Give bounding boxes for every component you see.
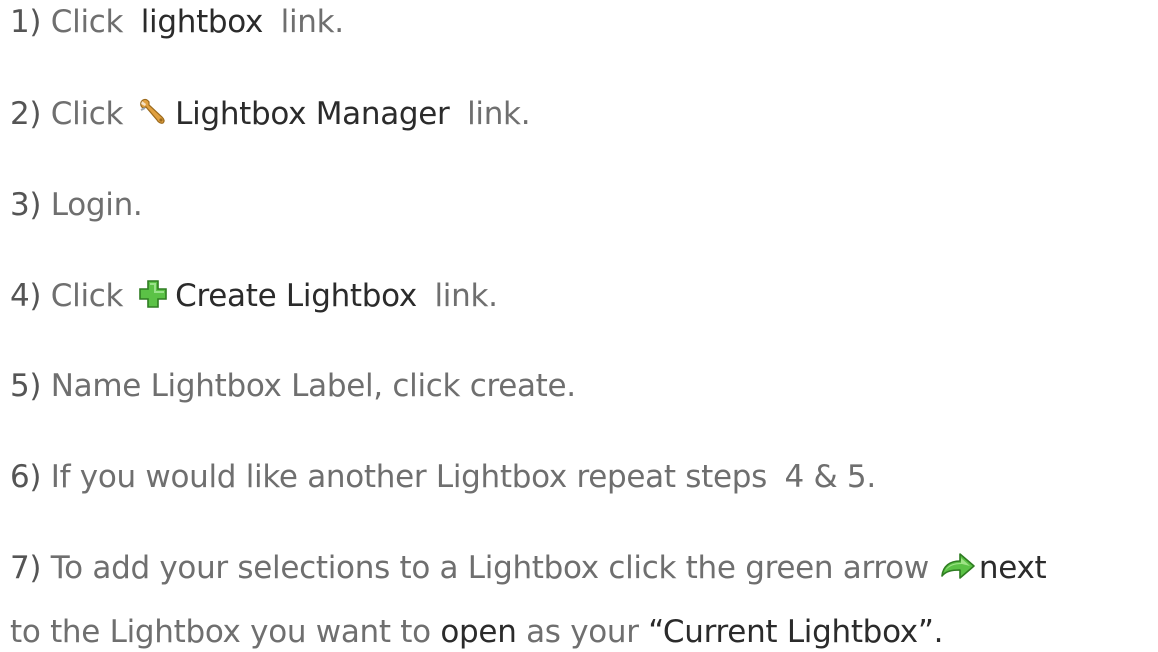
step-number: 7) [10,550,42,586]
lightbox-manager-link[interactable]: Lightbox Manager [175,96,450,132]
step-text: as your [526,614,639,650]
green-plus-icon [137,278,169,310]
step-text: If you would like another Lightbox repea… [50,459,767,495]
green-arrow-icon [939,550,977,582]
wrench-icon [137,96,169,128]
step-number: 6) [10,459,42,495]
step-3: 3) Login. [10,185,143,225]
step-text: link. [280,4,344,40]
create-lightbox-link[interactable]: Create Lightbox [175,278,417,314]
step-6: 6) If you would like another Lightbox re… [10,457,876,497]
open-word: open [440,614,517,650]
step-text: next [978,550,1047,586]
step-5: 5) Name Lightbox Label, click create. [10,366,576,406]
step-number: 5) [10,368,42,404]
step-text: Login. [50,187,143,223]
step-number: 4) [10,278,42,314]
step-text: Click [50,278,124,314]
steps-reference: 4 & 5. [784,459,877,495]
current-lightbox-quote: “Current Lightbox”. [648,614,944,650]
step-text: link. [434,278,498,314]
step-4: 4) Click Create Lightbox link. [10,276,498,316]
step-text: Click [50,96,124,132]
step-text: Click [50,4,124,40]
step-text: To add your selections to a Lightbox cli… [50,550,929,586]
step-text: Name Lightbox Label, click create. [50,368,576,404]
step-number: 1) [10,4,42,40]
step-number: 2) [10,96,42,132]
step-7: 7) To add your selections to a Lightbox … [10,548,1047,588]
step-2: 2) Click Lightbox Manager link. [10,94,531,134]
step-number: 3) [10,187,42,223]
step-1: 1) Click lightbox link. [10,2,344,42]
lightbox-link[interactable]: lightbox [141,4,264,40]
step-7-continued: to the Lightbox you want to open as your… [10,612,943,652]
step-text: to the Lightbox you want to [10,614,431,650]
step-text: link. [467,96,531,132]
